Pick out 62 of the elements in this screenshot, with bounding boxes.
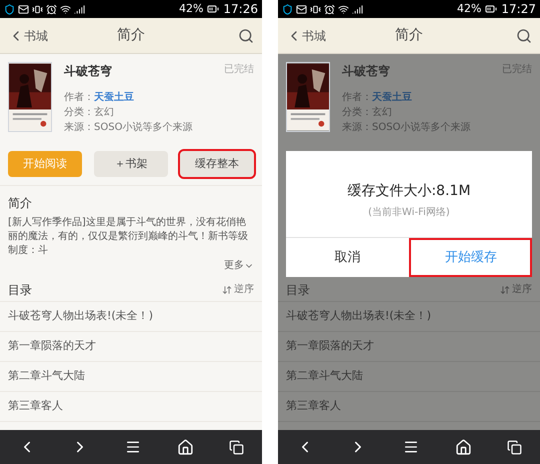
- clock: 17:27: [501, 1, 536, 18]
- book-title: 斗破苍穹: [64, 63, 113, 80]
- clock: 17:26: [223, 1, 258, 18]
- author-label: 作者：: [342, 90, 372, 105]
- book-title: 斗破苍穹: [342, 63, 391, 80]
- book-source: 来源：SOSO小说等多个来源: [342, 120, 472, 135]
- menu-icon[interactable]: [402, 439, 419, 455]
- shield-icon: [282, 4, 293, 14]
- tabs-icon[interactable]: [507, 440, 522, 454]
- chapter-item[interactable]: 第二章斗气大陆: [278, 362, 540, 392]
- vibrate-icon: [32, 4, 43, 14]
- home-icon[interactable]: [176, 438, 194, 456]
- section-heading: 目录: [8, 282, 33, 298]
- sort-button[interactable]: 逆序: [222, 282, 254, 297]
- wifi-icon: [338, 4, 349, 14]
- author-link[interactable]: 天蚕土豆: [94, 90, 134, 105]
- section-heading: 目录: [286, 282, 311, 298]
- sort-icon: [500, 284, 510, 294]
- dialog-note: (当前非Wi-Fi网络): [368, 206, 450, 220]
- sort-icon: [222, 284, 232, 294]
- book-category: 分类：玄幻: [342, 106, 393, 120]
- signal-icon: [74, 4, 85, 14]
- book-category: 分类：玄幻: [64, 106, 115, 120]
- battery-level: 42%: [456, 0, 482, 17]
- dialog-button[interactable]: 开始缓存: [408, 238, 532, 277]
- chapter-item[interactable]: 第一章陨落的天才: [278, 332, 540, 362]
- tabs-icon[interactable]: [229, 440, 244, 454]
- chapter-item[interactable]: 第三章客人: [0, 392, 262, 422]
- dialog-title: 缓存文件大小:8.1M: [347, 182, 471, 200]
- action-button[interactable]: 缓存整本: [180, 151, 254, 177]
- author-label: 作者：: [64, 90, 94, 105]
- battery-level: 42%: [178, 0, 204, 17]
- home-icon[interactable]: [454, 438, 472, 456]
- section-heading: 简介: [8, 195, 33, 212]
- signal-icon: [352, 4, 363, 14]
- back-button[interactable]: 书城: [286, 26, 356, 44]
- book-description: [新人写作季作品]这里是属于斗气的世界，没有花俏艳丽的魔法，有的，仅仅是繁衍到巅峰的斗气！新书等级制度：斗: [8, 216, 249, 258]
- book-status: 已完结: [224, 62, 254, 77]
- chapter-item[interactable]: 第二章斗气大陆: [0, 362, 262, 392]
- page-title: 简介: [116, 26, 146, 45]
- more-button[interactable]: 更多: [224, 258, 254, 273]
- battery-icon: [484, 3, 498, 15]
- chapter-item[interactable]: 斗破苍穹人物出场表!(未全！): [278, 302, 540, 332]
- search-icon[interactable]: [238, 28, 254, 44]
- battery-icon: [206, 3, 220, 15]
- wifi-icon: [60, 4, 71, 14]
- search-icon[interactable]: [516, 28, 532, 44]
- chapter-item[interactable]: 第一章陨落的天才: [0, 332, 262, 362]
- book-source: 来源：SOSO小说等多个来源: [64, 120, 194, 135]
- menu-icon[interactable]: [124, 439, 141, 455]
- mail-icon: [18, 4, 29, 14]
- chapter-item[interactable]: 斗破苍穹人物出场表!(未全！): [0, 302, 262, 332]
- chapter-item[interactable]: 第三章客人: [278, 392, 540, 422]
- alarm-icon: [46, 4, 57, 14]
- alarm-icon: [324, 4, 335, 14]
- dialog-button[interactable]: 取消: [286, 238, 408, 277]
- vibrate-icon: [310, 4, 321, 14]
- mail-icon: [296, 4, 307, 14]
- page-title: 简介: [394, 26, 424, 45]
- shield-icon: [4, 4, 15, 14]
- action-button[interactable]: ＋书架: [94, 151, 168, 177]
- back-button[interactable]: 书城: [8, 26, 78, 44]
